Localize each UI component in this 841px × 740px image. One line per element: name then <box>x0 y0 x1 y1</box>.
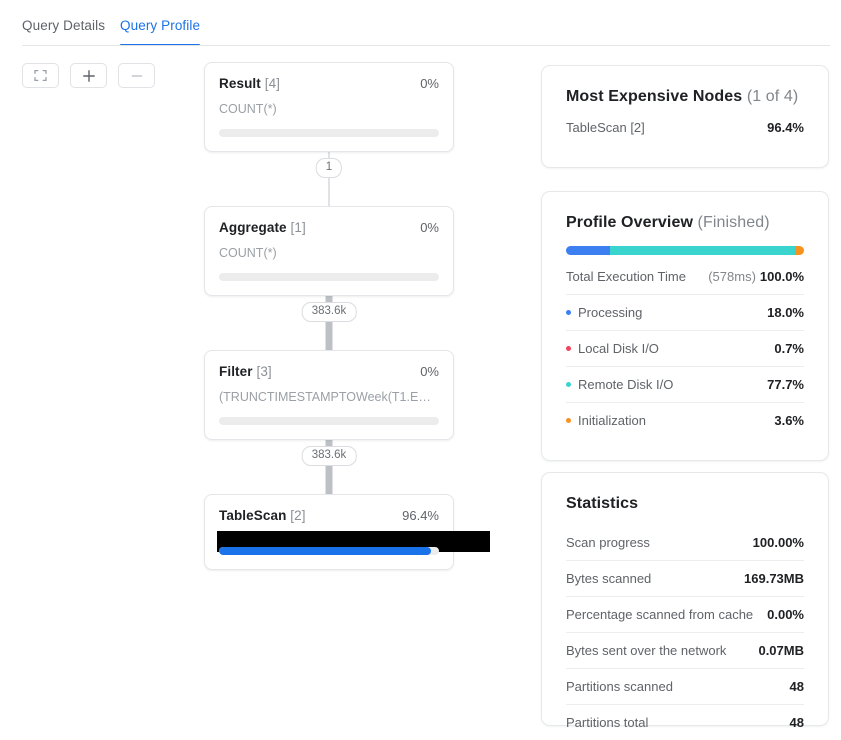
breakdown-label: Initialization <box>566 413 646 428</box>
node-id: [1] <box>290 220 306 235</box>
statistics-row: Bytes sent over the network 0.07MB <box>566 632 804 668</box>
statistics-row: Partitions total 48 <box>566 704 804 740</box>
expensive-node-value: 96.4% <box>767 120 804 135</box>
breakdown-row-initialization: Initialization 3.6% <box>566 402 804 438</box>
total-execution-time-ms: (578ms) <box>708 269 756 284</box>
breakdown-label: Processing <box>566 305 642 320</box>
panel-statistics: Statistics Scan progress 100.00% Bytes s… <box>541 472 829 730</box>
node-id: [2] <box>290 508 306 523</box>
node-progress-bar <box>219 273 439 281</box>
node-header: TableScan [2] 96.4% <box>219 508 439 523</box>
panel-title-suffix: (1 of 4) <box>746 88 799 105</box>
graph-node-filter[interactable]: Filter [3] 0% (TRUNCTIMESTAMPTOWeek(T1.E… <box>204 350 454 440</box>
statistics-label: Partitions scanned <box>566 679 673 694</box>
graph-node-result[interactable]: Result [4] 0% COUNT(*) <box>204 62 454 152</box>
node-percentage: 0% <box>420 220 439 235</box>
statistics-value: 0.00% <box>767 607 804 622</box>
statistics-value: 100.00% <box>752 535 804 550</box>
node-percentage: 96.4% <box>402 508 439 523</box>
statistics-row: Scan progress 100.00% <box>566 525 804 560</box>
statistics-label: Bytes scanned <box>566 571 652 586</box>
legend-dot-icon <box>566 418 571 424</box>
breakdown-label: Local Disk I/O <box>566 341 659 356</box>
edge-label-row-count: 383.6k <box>301 302 357 322</box>
tab-query-details[interactable]: Query Details <box>22 18 105 46</box>
panel-title: Statistics <box>566 495 639 512</box>
statistics-label: Partitions total <box>566 715 649 730</box>
total-execution-time-pct: 100.0% <box>759 269 804 284</box>
query-plan-graph: Result [4] 0% COUNT(*) Aggregate [1] 0% … <box>0 46 520 726</box>
expensive-node-row[interactable]: TableScan [2] 96.4% <box>566 110 804 145</box>
panel-most-expensive-nodes: Most Expensive Nodes (1 of 4) TableScan … <box>541 65 829 168</box>
legend-dot-icon <box>566 310 571 316</box>
tab-bar: Query Details Query Profile <box>0 0 841 46</box>
graph-node-aggregate[interactable]: Aggregate [1] 0% COUNT(*) <box>204 206 454 296</box>
node-title: Filter [3] <box>219 364 272 379</box>
graph-node-tablescan[interactable]: TableScan [2] 96.4% <box>204 494 490 570</box>
node-subtitle: (TRUNCTIMESTAMPTOWeek(T1.EVENT… <box>219 390 439 404</box>
execution-segment <box>795 246 804 255</box>
breakdown-row-remote-disk-io: Remote Disk I/O 77.7% <box>566 366 804 402</box>
legend-dot-icon <box>566 346 571 352</box>
node-id: [4] <box>264 76 281 91</box>
tab-query-profile[interactable]: Query Profile <box>120 18 201 46</box>
breakdown-row-processing: Processing 18.0% <box>566 294 804 330</box>
panel-title: Profile Overview (Finished) <box>566 214 770 231</box>
node-title: Result [4] <box>219 76 281 91</box>
node-subtitle: COUNT(*) <box>219 246 277 260</box>
breakdown-value: 3.6% <box>774 413 804 428</box>
execution-segment <box>610 246 796 255</box>
breakdown-value: 77.7% <box>767 377 804 392</box>
legend-dot-icon <box>566 382 571 388</box>
edge-label-row-count: 383.6k <box>301 446 357 466</box>
statistics-label: Bytes sent over the network <box>566 643 727 658</box>
statistics-row: Partitions scanned 48 <box>566 668 804 704</box>
execution-segment <box>566 246 609 255</box>
node-header: Result [4] 0% <box>219 76 439 91</box>
statistics-label: Percentage scanned from cache <box>566 607 754 622</box>
node-progress-bar <box>219 417 439 425</box>
node-progress-fill <box>219 547 432 555</box>
execution-breakdown-bar <box>566 246 804 255</box>
total-execution-time-value: (578ms) 100.0% <box>708 269 804 284</box>
node-subtitle: COUNT(*) <box>219 102 277 116</box>
breakdown-value: 0.7% <box>774 341 804 356</box>
panel-profile-overview: Profile Overview (Finished) Total Execut… <box>541 191 829 461</box>
breakdown-value: 18.0% <box>767 305 804 320</box>
statistics-value: 0.07MB <box>758 643 804 658</box>
node-progress-bar <box>219 129 439 137</box>
statistics-label: Scan progress <box>566 535 650 550</box>
breakdown-label: Remote Disk I/O <box>566 377 673 392</box>
edge-label-row-count: 1 <box>315 158 343 178</box>
node-header: Aggregate [1] 0% <box>219 220 439 235</box>
node-progress-bar <box>219 547 439 555</box>
node-percentage: 0% <box>420 364 439 379</box>
total-execution-time-row: Total Execution Time (578ms) 100.0% <box>566 259 804 294</box>
node-percentage: 0% <box>420 76 439 91</box>
node-title: TableScan [2] <box>219 508 306 523</box>
node-header: Filter [3] 0% <box>219 364 439 379</box>
panel-title: Most Expensive Nodes (1 of 4) <box>566 88 799 105</box>
statistics-value: 48 <box>789 679 804 694</box>
node-title: Aggregate [1] <box>219 220 306 235</box>
statistics-row: Percentage scanned from cache 0.00% <box>566 596 804 632</box>
node-id: [3] <box>256 364 272 379</box>
breakdown-row-local-disk-io: Local Disk I/O 0.7% <box>566 330 804 366</box>
panel-title-suffix: (Finished) <box>697 214 770 231</box>
statistics-row: Bytes scanned 169.73MB <box>566 560 804 596</box>
statistics-value: 48 <box>789 715 804 730</box>
total-execution-time-label: Total Execution Time <box>566 269 686 284</box>
statistics-value: 169.73MB <box>744 571 804 586</box>
expensive-node-label: TableScan [2] <box>566 120 645 135</box>
